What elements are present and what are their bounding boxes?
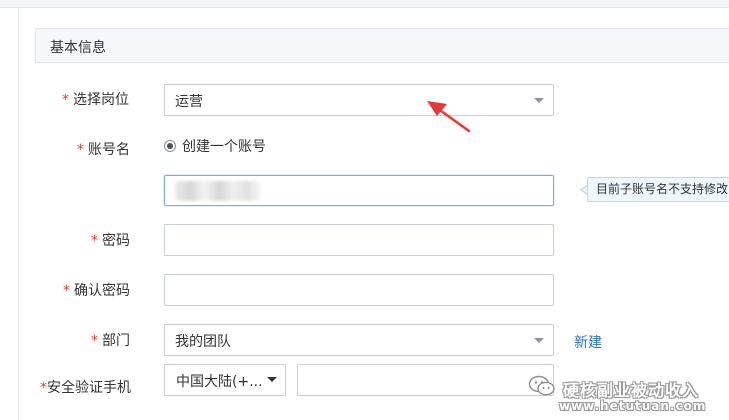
phone-number-input[interactable] <box>297 364 554 396</box>
country-code-value: 中国大陆(+... <box>176 374 263 390</box>
blurred-account-name <box>175 181 261 201</box>
department-select[interactable]: 我的团队 <box>164 324 554 356</box>
chevron-down-icon <box>534 338 544 343</box>
page: 基本信息 * 选择岗位 运营 * 账号名 创建一个账号 目前子账号名不支持修改 * 密… <box>0 0 729 420</box>
required-mark: * <box>62 92 69 108</box>
confirm-password-input[interactable] <box>164 274 554 306</box>
department-label-text: 部门 <box>102 333 130 349</box>
phone-label: *安全验证手机 <box>40 377 131 397</box>
required-mark: * <box>77 142 84 158</box>
position-label-text: 选择岗位 <box>73 92 129 108</box>
chevron-down-icon <box>267 377 277 382</box>
watermark: 硬核副业被动收入 www.hetutuan.com <box>528 371 729 420</box>
password-label-text: 密码 <box>102 233 130 249</box>
new-department-link[interactable]: 新建 <box>574 332 602 352</box>
radio-checked-icon[interactable] <box>164 140 176 152</box>
create-account-radio[interactable]: 创建一个账号 <box>164 136 266 156</box>
watermark-url: www.hetutuan.com <box>559 399 707 413</box>
required-mark: * <box>63 283 70 299</box>
position-select[interactable]: 运营 <box>164 84 554 116</box>
confirm-password-label-text: 确认密码 <box>74 283 130 299</box>
required-mark: * <box>91 333 98 349</box>
country-code-select[interactable]: 中国大陆(+... <box>164 364 286 396</box>
position-label: * 选择岗位 <box>62 89 129 109</box>
section-title: 基本信息 <box>50 40 106 56</box>
account-label: * 账号名 <box>77 139 130 159</box>
password-label: * 密码 <box>91 230 130 250</box>
watermark-title: 硬核副业被动收入 <box>563 381 700 400</box>
required-mark: * <box>40 380 47 396</box>
account-name-tooltip: 目前子账号名不支持修改 <box>587 177 729 202</box>
phone-label-text: 安全验证手机 <box>47 380 131 396</box>
account-label-text: 账号名 <box>88 142 130 158</box>
confirm-password-label: * 确认密码 <box>63 280 130 300</box>
required-mark: * <box>91 233 98 249</box>
password-input[interactable] <box>164 224 554 256</box>
create-account-radio-label: 创建一个账号 <box>182 139 266 155</box>
left-border <box>18 8 19 420</box>
account-name-input[interactable] <box>164 175 554 206</box>
section-header: 基本信息 <box>35 28 729 63</box>
chevron-down-icon <box>534 98 544 103</box>
position-select-value: 运营 <box>175 94 203 110</box>
department-select-value: 我的团队 <box>175 334 231 350</box>
department-label: * 部门 <box>91 330 130 350</box>
top-strip <box>0 0 729 8</box>
